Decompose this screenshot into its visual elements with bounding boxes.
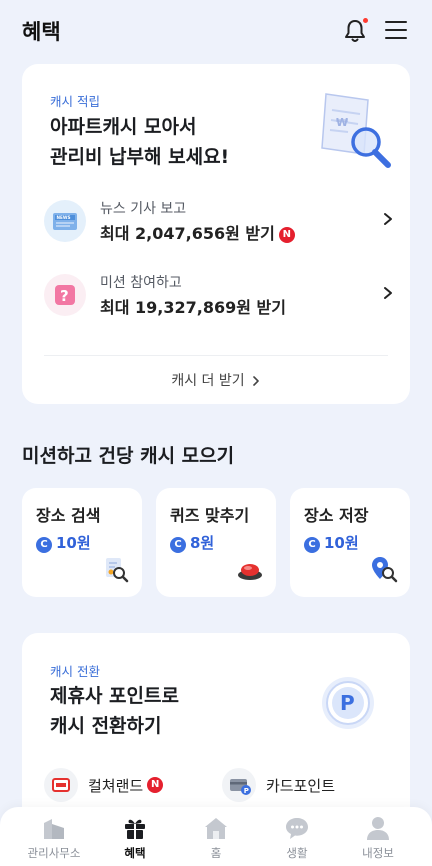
missions-title: 미션하고 건당 캐시 모으기: [22, 445, 235, 467]
svg-text:₩: ₩: [336, 116, 348, 129]
coin-icon: C: [304, 537, 320, 553]
chat-icon: [286, 818, 308, 839]
cash-headline-2: 관리비 납부해 보세요!: [50, 146, 230, 168]
mission-reward: C 8원: [170, 532, 214, 553]
nav-item-life[interactable]: 생활: [254, 807, 340, 866]
building-icon: [44, 819, 64, 839]
svg-text:?: ?: [60, 287, 69, 305]
mission-reward: C 10원: [304, 532, 359, 553]
divider: [44, 355, 388, 356]
mission-title: 퀴즈 맞추기: [170, 506, 250, 525]
cash-earn-card: 캐시 적립 아파트캐시 모아서 관리비 납부해 보세요! ₩ NEWS 뉴스 기…: [22, 64, 410, 404]
top-bar: 혜택: [0, 0, 432, 62]
news-icon: NEWS: [44, 200, 86, 242]
new-badge: N: [278, 227, 295, 243]
mission-card-place-search[interactable]: 장소 검색 C 10원: [22, 488, 142, 597]
coin-icon: C: [36, 537, 52, 553]
mission-row[interactable]: ? 미션 참여하고 최대 19,327,869원 받기: [44, 272, 394, 320]
chevron-right-icon: [252, 376, 259, 386]
card-point-icon: P: [222, 768, 256, 802]
partner-label: 카드포인트: [266, 776, 336, 795]
cash-headline-1: 아파트캐시 모아서: [50, 116, 197, 138]
cultureland-icon: [44, 768, 78, 802]
partner-cultureland[interactable]: 컬쳐랜드 N: [44, 768, 164, 802]
nav-label: 혜택: [124, 846, 146, 860]
coin-icon: C: [170, 537, 186, 553]
bottom-nav: 관리사무소 혜택 홈 생활 내정보: [0, 807, 432, 866]
point-coin-icon: P: [322, 677, 374, 729]
conversion-eyebrow: 캐시 전환: [50, 664, 100, 679]
nav-label: 관리사무소: [27, 846, 81, 860]
svg-text:NEWS: NEWS: [57, 215, 71, 220]
mission-reward: C 10원: [36, 532, 91, 553]
more-cash-link[interactable]: 캐시 더 받기: [22, 370, 410, 390]
news-row[interactable]: NEWS 뉴스 기사 보고 최대 2,047,656원 받기 N: [44, 198, 394, 246]
news-row-value: 최대 2,047,656원 받기 N: [100, 220, 295, 244]
mission-row-value: 최대 19,327,869원 받기: [100, 298, 286, 317]
more-cash-label: 캐시 더 받기: [171, 373, 245, 389]
nav-label: 생활: [286, 846, 308, 860]
gift-icon: [125, 819, 145, 839]
svg-text:P: P: [340, 691, 355, 715]
new-badge: N: [147, 777, 164, 793]
news-row-label: 뉴스 기사 보고: [100, 201, 187, 217]
chevron-right-icon: [384, 287, 392, 299]
conversion-headline-1: 제휴사 포인트로: [50, 685, 179, 707]
page-title: 혜택: [22, 20, 61, 44]
mission-title: 장소 검색: [36, 506, 101, 525]
partner-label: 컬쳐랜드: [88, 776, 144, 795]
nav-label: 홈: [210, 846, 222, 860]
conversion-headline-2: 캐시 전환하기: [50, 715, 162, 737]
nav-item-my-info[interactable]: 내정보: [335, 807, 421, 866]
pin-search-icon: [372, 557, 398, 583]
nav-item-home[interactable]: 홈: [173, 807, 259, 866]
mission-row-label: 미션 참여하고: [100, 275, 182, 291]
buzzer-icon: [238, 564, 262, 580]
mission-card-quiz[interactable]: 퀴즈 맞추기 C 8원: [156, 488, 276, 597]
bell-icon[interactable]: [342, 18, 368, 44]
question-icon: ?: [44, 274, 86, 316]
mission-title: 장소 저장: [304, 506, 369, 525]
menu-icon[interactable]: [385, 21, 407, 41]
cash-eyebrow: 캐시 적립: [50, 94, 100, 109]
home-icon: [205, 818, 227, 839]
nav-item-management-office[interactable]: 관리사무소: [11, 807, 97, 866]
notification-dot: [363, 18, 368, 23]
map-search-icon: [106, 558, 129, 583]
mission-card-place-save[interactable]: 장소 저장 C 10원: [290, 488, 410, 597]
document-search-illustration: ₩: [321, 93, 391, 168]
partner-card-point[interactable]: P 카드포인트: [222, 768, 335, 802]
svg-text:P: P: [244, 787, 249, 795]
nav-item-benefits[interactable]: 혜택: [92, 807, 178, 866]
person-icon: [367, 817, 389, 840]
nav-label: 내정보: [362, 846, 394, 860]
chevron-right-icon: [384, 213, 392, 225]
